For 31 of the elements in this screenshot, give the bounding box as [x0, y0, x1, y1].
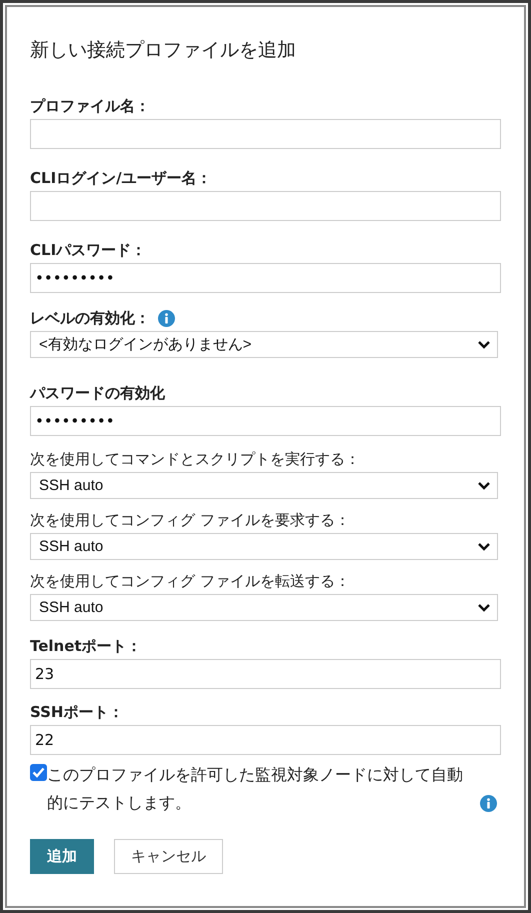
- select-field[interactable]: SSH auto: [30, 594, 498, 621]
- checkbox-label: このプロファイルを許可した監視対象ノードに対して自動的にテストします。: [47, 764, 464, 814]
- input-field[interactable]: [30, 191, 501, 221]
- input-field[interactable]: 22: [30, 725, 501, 755]
- field-label: 次を使用してコンフィグ ファイルを転送する：: [30, 572, 350, 591]
- chevron-down-icon: [477, 480, 491, 490]
- input-field[interactable]: [30, 119, 501, 149]
- add-button[interactable]: 追加: [30, 839, 94, 874]
- password-field[interactable]: •••••••••: [30, 263, 501, 293]
- checkbox[interactable]: [30, 764, 47, 781]
- field-label: パスワードの有効化: [30, 384, 165, 403]
- chevron-down-icon: [477, 340, 491, 350]
- field-label: レベルの有効化：: [30, 309, 150, 328]
- field-label: プロファイル名：: [30, 97, 150, 116]
- select-field[interactable]: SSH auto: [30, 533, 498, 560]
- info-icon[interactable]: [158, 310, 175, 327]
- dialog-title: 新しい接続プロファイルを追加: [30, 38, 297, 63]
- field-label: CLIパスワード：: [30, 241, 146, 260]
- chevron-down-icon: [477, 602, 491, 612]
- field-label: Telnetポート：: [30, 637, 142, 656]
- select-field[interactable]: <有効なログインがありません>: [30, 331, 498, 358]
- cancel-button[interactable]: キャンセル: [114, 839, 223, 874]
- field-label: 次を使用してコマンドとスクリプトを実行する：: [30, 450, 360, 469]
- field-label: CLIログイン/ユーザー名：: [30, 169, 212, 188]
- input-field[interactable]: 23: [30, 659, 501, 689]
- chevron-down-icon: [477, 542, 491, 552]
- select-field[interactable]: SSH auto: [30, 472, 498, 499]
- password-field[interactable]: •••••••••: [30, 406, 501, 436]
- info-icon[interactable]: [480, 795, 497, 812]
- field-label: 次を使用してコンフィグ ファイルを要求する：: [30, 511, 350, 530]
- field-label: SSHポート：: [30, 703, 124, 722]
